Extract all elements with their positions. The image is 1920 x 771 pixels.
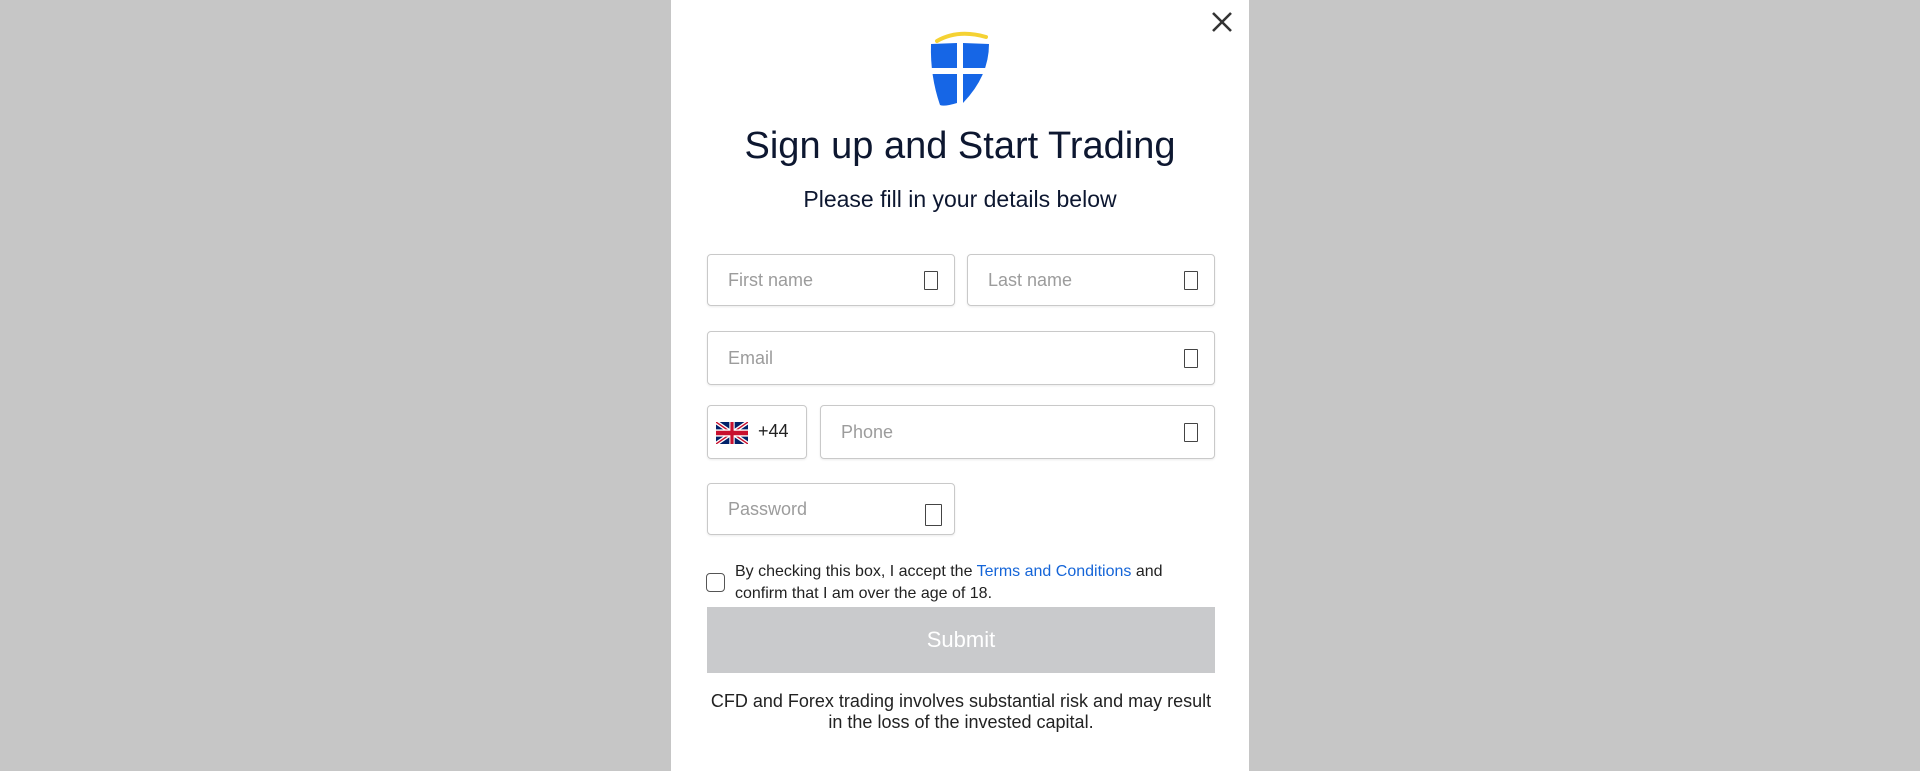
page-subtitle: Please fill in your details below xyxy=(803,186,1117,212)
password-input[interactable] xyxy=(728,484,918,534)
email-input[interactable] xyxy=(728,332,1168,384)
terms-link[interactable]: Terms and Conditions xyxy=(977,563,1132,580)
terms-checkbox[interactable] xyxy=(706,573,725,592)
last-name-input[interactable] xyxy=(988,255,1178,305)
page-title: Sign up and Start Trading xyxy=(744,125,1176,167)
last-name-field[interactable] xyxy=(967,254,1215,306)
first-name-input[interactable] xyxy=(728,255,918,305)
password-toggle-icon[interactable] xyxy=(925,504,942,526)
input-status-icon xyxy=(1184,349,1198,368)
risk-warning: CFD and Forex trading involves substanti… xyxy=(710,691,1212,732)
submit-button[interactable]: Submit xyxy=(707,607,1215,673)
country-code-value: +44 xyxy=(758,421,789,441)
consent-prefix: By checking this box, I accept the xyxy=(735,563,977,580)
country-code-select[interactable]: +44 xyxy=(707,405,807,459)
terms-consent-text: By checking this box, I accept the Terms… xyxy=(735,561,1215,605)
uk-flag-icon xyxy=(716,422,748,444)
input-status-icon xyxy=(1184,423,1198,442)
input-status-icon xyxy=(1184,271,1198,290)
brand-logo xyxy=(928,31,992,107)
input-status-icon xyxy=(924,271,938,290)
close-icon[interactable] xyxy=(1208,8,1236,36)
password-field[interactable] xyxy=(707,483,955,535)
phone-input[interactable] xyxy=(841,406,1171,458)
phone-field[interactable] xyxy=(820,405,1215,459)
signup-modal: Sign up and Start Trading Please fill in… xyxy=(671,0,1249,771)
first-name-field[interactable] xyxy=(707,254,955,306)
email-field[interactable] xyxy=(707,331,1215,385)
